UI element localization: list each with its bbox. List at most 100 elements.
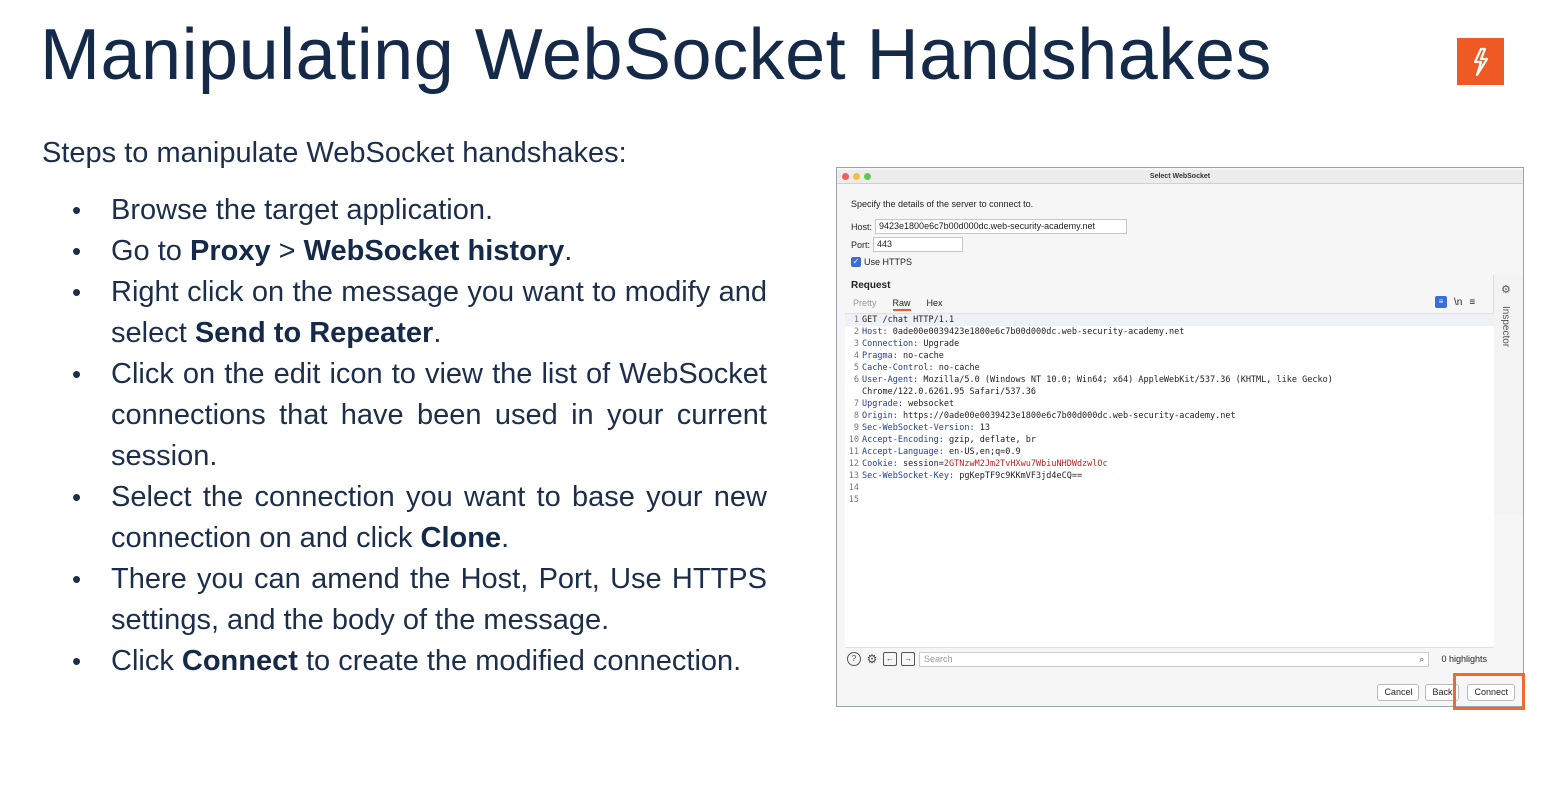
request-line: 15 xyxy=(845,494,1494,506)
request-line-text: Host: 0ade00e0039423e1800e6c7b00d000dc.w… xyxy=(861,326,1184,338)
wrap-lines-icon[interactable]: ≡ xyxy=(1435,296,1447,308)
line-number: 10 xyxy=(848,435,859,445)
cookie-value: 2GTNzwM2Jm2TvHXwu7WbiuNHDWdzwlOc xyxy=(943,459,1108,469)
line-number: 4 xyxy=(853,351,859,361)
highlights-count: 0 highlights xyxy=(1441,654,1487,664)
help-icon[interactable]: ? xyxy=(847,652,861,666)
window-titlebar: Select WebSocket xyxy=(837,170,1523,184)
header-value: en-US,en;q=0.9 xyxy=(943,447,1021,457)
steps-list: Browse the target application. Go to Pro… xyxy=(72,190,767,682)
line-number: 11 xyxy=(848,447,859,457)
port-input[interactable]: 443 xyxy=(873,237,964,252)
host-label: Host: xyxy=(851,221,873,232)
tab-hex[interactable]: Hex xyxy=(927,298,943,311)
header-name: Sec-WebSocket-Key: xyxy=(862,471,955,481)
request-line-text xyxy=(861,482,862,494)
request-line-text: Origin: https://0ade00e0039423e1800e6c7b… xyxy=(861,410,1236,422)
request-line: 6 User-Agent: Mozilla/5.0 (Windows NT 10.… xyxy=(845,374,1494,386)
line-number: 1 xyxy=(853,315,859,325)
use-https-checkbox[interactable]: ✓ xyxy=(851,257,861,267)
request-line: 4 Pragma: no-cache xyxy=(845,350,1494,362)
brand-logo xyxy=(1457,38,1504,85)
request-line: 1 GET /chat HTTP/1.1 xyxy=(845,314,1494,326)
request-line: 14 xyxy=(845,482,1494,494)
search-input[interactable]: Search ⌕ xyxy=(919,651,1430,667)
line-number: 15 xyxy=(848,495,859,505)
header-value: 13 xyxy=(974,423,990,433)
select-websocket-dialog: Select WebSocket Specify the details of … xyxy=(836,167,1524,707)
header-value: websocket xyxy=(902,399,955,409)
search-bar: ? ⚙ ← → Search ⌕ 0 highlights xyxy=(847,650,1487,668)
request-line: 13 Sec-WebSocket-Key: pgKepTF9c9KKmVF3jd4… xyxy=(845,470,1494,482)
header-value: 0ade00e0039423e1800e6c7b00d000dc.web-sec… xyxy=(887,327,1185,337)
back-arrow-icon[interactable]: ← xyxy=(883,652,897,666)
port-label: Port: xyxy=(851,239,871,250)
line-number: 14 xyxy=(848,483,859,493)
page-title: Manipulating WebSocket Handshakes xyxy=(40,15,1272,95)
step-item: There you can amend the Host, Port, Use … xyxy=(72,559,767,641)
step-item: Browse the target application. xyxy=(72,190,767,231)
lightning-icon xyxy=(1473,47,1488,76)
host-row: Host: 9423e1800e6c7b00d000dc.web-securit… xyxy=(851,219,1128,234)
dialog-instruction: Specify the details of the server to con… xyxy=(851,199,1034,209)
header-name: Origin: xyxy=(862,411,898,421)
request-line: 9 Sec-WebSocket-Version: 13 xyxy=(845,422,1494,434)
cancel-button[interactable]: Cancel xyxy=(1377,684,1420,701)
line-number: 9 xyxy=(853,423,859,433)
newline-toggle-icon[interactable]: \n xyxy=(1454,297,1462,308)
header-value: no-cache xyxy=(933,363,980,373)
inspector-settings-icon[interactable]: ⚙ xyxy=(1501,283,1511,296)
inspector-tab[interactable]: Inspector xyxy=(1500,306,1511,347)
request-line: 10 Accept-Encoding: gzip, deflate, br xyxy=(845,434,1494,446)
step-item: Click Connect to create the modified con… xyxy=(72,641,767,682)
request-line-text: Accept-Encoding: gzip, deflate, br xyxy=(861,434,1036,446)
header-name: Accept-Encoding: xyxy=(862,435,944,445)
header-name: Cache-Control: xyxy=(862,363,934,373)
zoom-window-button[interactable] xyxy=(864,173,871,180)
request-line-text: Cookie: session=2GTNzwM2Jm2TvHXwu7WbiuNH… xyxy=(861,458,1108,470)
editor-toolbar: ≡ \n ≡ xyxy=(1435,296,1475,308)
request-line: 8 Origin: https://0ade00e0039423e1800e6c7… xyxy=(845,410,1494,422)
host-input[interactable]: 9423e1800e6c7b00d000dc.web-security-acad… xyxy=(875,219,1128,234)
request-line-text: Pragma: no-cache xyxy=(861,350,944,362)
line-number: 5 xyxy=(853,363,859,373)
port-row: Port: 443 xyxy=(851,237,964,252)
line-number: 13 xyxy=(848,471,859,481)
request-line: 11 Accept-Language: en-US,en;q=0.9 xyxy=(845,446,1494,458)
request-line: Chrome/122.0.6261.95 Safari/537.36 xyxy=(845,386,1494,398)
request-line-text: Chrome/122.0.6261.95 Safari/537.36 xyxy=(861,386,1036,398)
request-line-text: Accept-Language: en-US,en;q=0.9 xyxy=(861,446,1021,458)
header-name: Upgrade: xyxy=(862,399,903,409)
menu-icon[interactable]: ≡ xyxy=(1469,297,1475,308)
header-name: Cookie: xyxy=(862,459,898,469)
header-value: Chrome/122.0.6261.95 Safari/537.36 xyxy=(862,387,1036,397)
forward-arrow-icon[interactable]: → xyxy=(901,652,915,666)
request-heading: Request xyxy=(851,280,891,291)
request-tabs: Pretty Raw Hex xyxy=(853,298,943,311)
header-value: https://0ade00e0039423e1800e6c7b00d000dc… xyxy=(897,411,1236,421)
tab-raw[interactable]: Raw xyxy=(892,298,911,311)
intro-text: Steps to manipulate WebSocket handshakes… xyxy=(42,137,627,169)
request-line-text: Cache-Control: no-cache xyxy=(861,362,980,374)
line-number xyxy=(845,386,861,398)
close-window-button[interactable] xyxy=(842,173,849,180)
connect-highlight-box xyxy=(1453,673,1525,710)
tab-pretty[interactable]: Pretty xyxy=(853,298,877,311)
search-icon: ⌕ xyxy=(1419,653,1425,664)
minimize-window-button[interactable] xyxy=(853,173,860,180)
line-number: 3 xyxy=(853,339,859,349)
header-name: Connection: xyxy=(862,339,919,349)
request-editor[interactable]: 1 GET /chat HTTP/1.1 2 Host: 0ade00e0039423… xyxy=(845,313,1494,648)
use-https-label: Use HTTPS xyxy=(864,257,913,267)
line-number: 2 xyxy=(853,327,859,337)
header-value: GET /chat HTTP/1.1 xyxy=(862,315,955,325)
request-line-text: Connection: Upgrade xyxy=(861,338,959,350)
request-line-text xyxy=(861,494,862,506)
request-line: 12 Cookie: session=2GTNzwM2Jm2TvHXwu7Wbiu… xyxy=(845,458,1494,470)
line-number: 6 xyxy=(853,375,859,385)
line-number: 12 xyxy=(848,459,859,469)
request-line-text: Upgrade: websocket xyxy=(861,398,954,410)
settings-icon[interactable]: ⚙ xyxy=(865,652,879,666)
header-value: gzip, deflate, br xyxy=(943,435,1037,445)
step-item: Right click on the message you want to m… xyxy=(72,272,767,354)
